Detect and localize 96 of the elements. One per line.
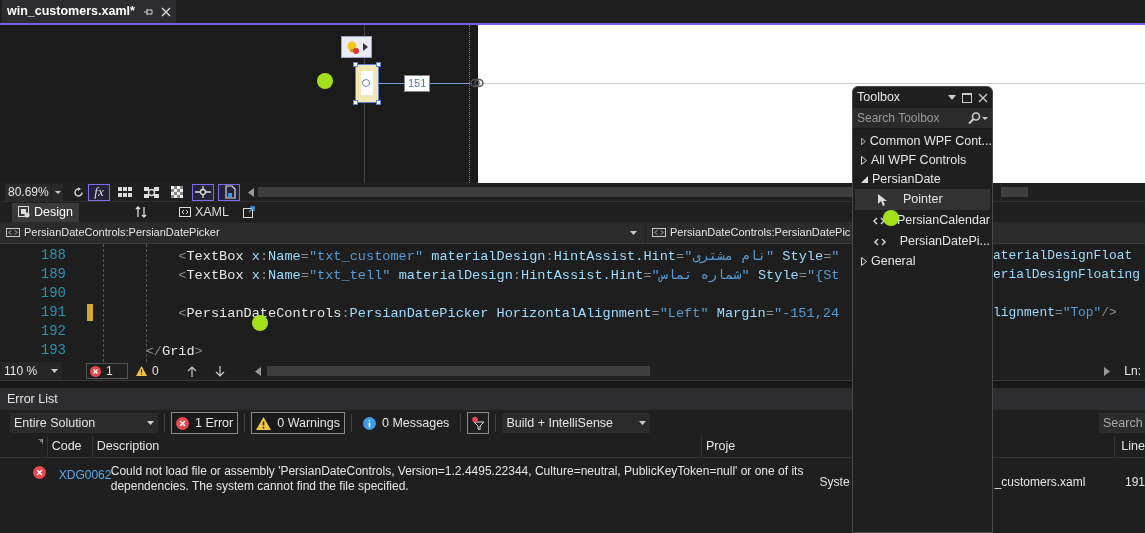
warning-count-button[interactable]: 0	[134, 363, 161, 379]
code-element-icon	[652, 228, 666, 237]
line-number: 192	[39, 322, 66, 341]
table-cell: Syste	[819, 475, 850, 489]
source-dropdown[interactable]: Build + IntelliSense	[502, 413, 651, 433]
warning-icon	[136, 366, 147, 376]
expand-arrow-icon[interactable]	[861, 257, 867, 266]
pointer-icon	[877, 193, 887, 206]
search-field[interactable]: Search Toolbox	[853, 108, 992, 129]
lightbulb-error-icon	[345, 39, 360, 55]
expand-arrow-icon[interactable]	[861, 156, 867, 165]
view-tab[interactable]: Design	[12, 202, 79, 222]
scroll-left-icon[interactable]	[248, 187, 254, 197]
swap-panes-icon[interactable]	[134, 206, 147, 218]
code-text: aterialDesignFloat	[993, 246, 1133, 265]
filter-icon	[471, 416, 486, 430]
maximize-icon[interactable]	[962, 92, 972, 103]
tree-group[interactable]: PersianDate	[853, 170, 992, 189]
horizontal-scrollbar[interactable]	[266, 366, 650, 376]
line-number: 193	[39, 341, 66, 360]
tree-group[interactable]: All WPF Controls	[853, 151, 992, 170]
caret-icon[interactable]	[639, 421, 647, 425]
column-header[interactable]: Code	[51, 437, 82, 456]
panel-title: Error List	[7, 390, 58, 408]
pin-icon[interactable]	[142, 6, 153, 17]
refresh-icon[interactable]	[73, 186, 84, 198]
scope-dropdown[interactable]: PersianDateControls:PersianDatePic	[646, 222, 852, 243]
snap-lines-toggle[interactable]	[192, 183, 214, 201]
previous-arrow-icon[interactable]	[186, 365, 197, 377]
link-icon	[470, 77, 484, 89]
scrollbar-segment[interactable]	[1001, 187, 1028, 197]
lightbulb-button[interactable]	[341, 36, 372, 58]
caret-icon[interactable]	[630, 230, 637, 235]
column-header[interactable]: Proje	[706, 437, 736, 456]
code-text: erialDesignFloating	[993, 265, 1140, 284]
column-header[interactable]: Description	[96, 437, 160, 456]
toolbox-item[interactable]: PersianDatePi...	[855, 231, 990, 252]
zoom-dropdown[interactable]: 80.69%	[5, 183, 63, 201]
expand-arrow-icon	[362, 43, 368, 51]
search-field[interactable]: Search	[1099, 413, 1145, 433]
tree-group[interactable]: Common WPF Cont...	[853, 132, 992, 151]
device-toggle[interactable]	[218, 183, 240, 201]
line-number: 189	[39, 265, 66, 284]
line-number: 188	[39, 246, 66, 265]
horizontal-scrollbar[interactable]	[258, 187, 852, 197]
close-icon[interactable]	[160, 6, 171, 17]
close-icon[interactable]	[978, 92, 988, 103]
error-code-link[interactable]: XDG0062	[58, 468, 112, 482]
code-element-icon	[6, 228, 20, 237]
cursor-position: Ln:	[1124, 363, 1141, 380]
error-icon	[32, 466, 46, 479]
code-element-icon	[874, 237, 887, 246]
code-view-icon	[178, 207, 191, 217]
formula-toggle[interactable]: fx	[88, 183, 110, 201]
dropdown-icon[interactable]	[948, 95, 956, 100]
table-cell: _customers.xaml	[994, 475, 1086, 489]
scroll-right-icon[interactable]	[1104, 366, 1111, 376]
filter-toggle[interactable]: 0 Messages	[357, 412, 455, 434]
error-count-button[interactable]: 1	[86, 363, 128, 379]
scope-dropdown[interactable]: PersianDateControls:PersianDatePicker	[0, 222, 646, 243]
expand-arrow-icon[interactable]	[861, 137, 866, 146]
error-description: Could not load file or assembly 'PersianDateControls, Version=1.2.4495.22344, Culture=neutral, PublicKeyToken=null' or one of its dependencies. The system cannot find the file specified.	[110, 464, 805, 494]
design-view-icon	[18, 206, 30, 218]
scroll-left-icon[interactable]	[254, 366, 261, 376]
selected-element[interactable]	[355, 64, 379, 103]
collapse-arrow-icon[interactable]	[861, 176, 868, 183]
scope-dropdown[interactable]: Entire Solution	[10, 413, 158, 433]
toolbox-item[interactable]: Pointer	[855, 189, 990, 210]
margin-label: 151	[404, 75, 431, 92]
filter-toggle[interactable]: 1 Error	[171, 412, 239, 434]
column-header[interactable]: Line	[1121, 437, 1145, 456]
document-tab[interactable]: win_customers.xaml*	[2, 0, 176, 23]
code-text: lignment="Top"/>	[993, 303, 1117, 322]
line-number: 190	[39, 284, 66, 303]
view-tab[interactable]: XAML	[172, 202, 235, 222]
search-icon[interactable]	[968, 112, 988, 124]
popout-icon[interactable]	[242, 206, 255, 218]
warning-icon	[256, 416, 272, 430]
caret-icon[interactable]	[147, 421, 154, 425]
sort-icon[interactable]	[37, 439, 43, 444]
info-icon	[362, 416, 376, 430]
next-arrow-icon[interactable]	[214, 365, 225, 377]
caret-icon[interactable]	[54, 190, 61, 194]
tree-group[interactable]: General	[853, 252, 992, 271]
caret-icon[interactable]	[51, 369, 58, 373]
code-text: <PersianDateControls:PersianDatePicker HorizontalAlignment="Left" Margin="-151,24	[177, 306, 840, 322]
table-cell: 191	[1125, 475, 1145, 489]
filter-button[interactable]	[467, 412, 490, 434]
error-icon	[90, 365, 101, 377]
zoom-dropdown[interactable]: 110 %	[0, 362, 62, 380]
panel-title: Toolbox	[857, 89, 901, 107]
line-number: 191	[39, 303, 66, 322]
error-icon	[176, 416, 189, 430]
code-text: </Grid>	[144, 344, 203, 360]
search-input[interactable]: Search Toolbox	[857, 109, 965, 127]
filter-toggle[interactable]: 0 Warnings	[251, 412, 345, 434]
